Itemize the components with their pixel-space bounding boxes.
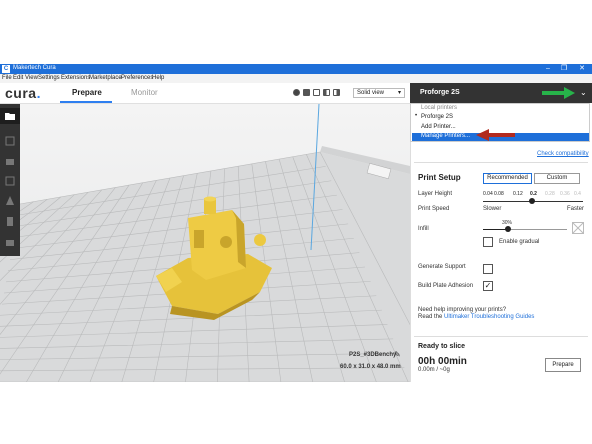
generate-support-checkbox[interactable] bbox=[483, 264, 493, 274]
model-name: P2S_#3DBenchy bbox=[349, 352, 397, 358]
menu-settings[interactable]: Settings bbox=[38, 75, 60, 81]
rotate-icon[interactable] bbox=[3, 174, 17, 188]
selected-bullet-icon: • bbox=[415, 113, 418, 119]
open-file-button[interactable] bbox=[0, 108, 20, 124]
infill-pattern-icon bbox=[572, 222, 584, 234]
model-dimensions: 60.0 x 31.0 x 48.0 mm bbox=[340, 364, 401, 370]
green-arrow-annotation bbox=[542, 87, 575, 99]
close-button[interactable]: ✕ bbox=[576, 64, 588, 74]
print-setup-title: Print Setup bbox=[418, 173, 461, 182]
open-file-icon bbox=[5, 113, 15, 120]
layer-value: 0.4 bbox=[574, 191, 581, 197]
menu-preferences[interactable]: Preferences bbox=[121, 75, 153, 81]
cura-app-icon: C bbox=[2, 65, 10, 73]
speed-slider-handle[interactable] bbox=[529, 198, 535, 204]
scale-icon[interactable] bbox=[3, 154, 17, 168]
mirror-icon[interactable] bbox=[3, 194, 17, 208]
menu-file[interactable]: File bbox=[2, 75, 12, 81]
ready-to-slice-title: Ready to slice bbox=[418, 343, 466, 350]
benchy-model[interactable] bbox=[148, 196, 278, 320]
printer-item-proforge[interactable]: Proforge 2S bbox=[421, 114, 453, 120]
help-text: Need help improving your prints? bbox=[418, 307, 507, 313]
print-speed-label: Print Speed bbox=[418, 206, 450, 212]
help-text-2: Read the Ultimaker Troubleshooting Guide… bbox=[418, 314, 535, 320]
app-header: cura. Prepare Monitor Solid view ▾ bbox=[0, 83, 410, 104]
speed-slower-label: Slower bbox=[483, 206, 502, 212]
divider bbox=[414, 336, 588, 337]
custom-button[interactable]: Custom bbox=[534, 173, 580, 184]
printer-selector[interactable]: Proforge 2S ⌄ bbox=[410, 83, 592, 103]
menu-bar: File Edit View Settings Extensions Marke… bbox=[0, 74, 592, 83]
edit-name-icon[interactable]: ✎ bbox=[394, 350, 401, 359]
enable-gradual-checkbox[interactable] bbox=[483, 237, 493, 247]
add-printer-item[interactable]: Add Printer... bbox=[421, 124, 456, 130]
speed-faster-label: Faster bbox=[567, 206, 585, 212]
layer-height-label: Layer Height bbox=[418, 191, 453, 197]
menu-view[interactable]: View bbox=[25, 75, 38, 81]
layer-value: 0.36 bbox=[560, 191, 570, 197]
prepare-button[interactable]: Prepare bbox=[545, 358, 581, 372]
printer-dropdown: Local printers • Proforge 2S Add Printer… bbox=[410, 103, 590, 142]
troubleshooting-link[interactable]: Ultimaker Troubleshooting Guides bbox=[444, 314, 534, 320]
per-model-settings-icon[interactable] bbox=[3, 214, 17, 228]
selected-printer: Proforge 2S bbox=[420, 89, 460, 96]
window-titlebar: C Makertech Cura – ❐ ✕ bbox=[0, 64, 592, 74]
chevron-down-icon[interactable]: ⌄ bbox=[580, 88, 587, 97]
layer-value: 0.08 bbox=[494, 191, 504, 197]
left-view-icon[interactable] bbox=[323, 89, 330, 96]
generate-support-label: Generate Support bbox=[418, 264, 466, 270]
divider bbox=[414, 162, 588, 163]
tab-monitor[interactable]: Monitor bbox=[131, 88, 158, 97]
left-toolbar bbox=[0, 104, 20, 256]
check-compatibility-link[interactable]: Check compatibility bbox=[537, 151, 589, 157]
3d-viewport[interactable]: P2S_#3DBenchy ✎ 60.0 x 31.0 x 48.0 mm bbox=[0, 104, 410, 382]
layer-value: 0.28 bbox=[545, 191, 555, 197]
local-printers-label: Local printers bbox=[421, 105, 458, 111]
print-time: 00h 00min bbox=[418, 356, 467, 367]
maximize-button[interactable]: ❐ bbox=[558, 64, 570, 74]
minimize-button[interactable]: – bbox=[542, 64, 554, 74]
window-title: Makertech Cura bbox=[13, 65, 56, 71]
active-tab-indicator bbox=[60, 101, 112, 103]
manage-printers-label: Manage Printers... bbox=[421, 133, 471, 139]
build-plate-adhesion-checkbox[interactable]: ✓ bbox=[483, 281, 493, 291]
recommended-button[interactable]: Recommended bbox=[483, 173, 532, 184]
3d-view-icon[interactable] bbox=[293, 89, 300, 96]
top-view-icon[interactable] bbox=[313, 89, 320, 96]
menu-help[interactable]: Help bbox=[152, 75, 164, 81]
menu-edit[interactable]: Edit bbox=[13, 75, 23, 81]
move-icon[interactable] bbox=[3, 134, 17, 148]
red-arrow-annotation bbox=[476, 129, 515, 141]
layer-value-selected: 0.2 bbox=[530, 191, 537, 197]
material-usage: 0.00m / ~0g bbox=[418, 367, 450, 373]
checkmark-icon: ✓ bbox=[484, 281, 492, 290]
menu-marketplace[interactable]: Marketplace bbox=[89, 75, 122, 81]
right-view-icon[interactable] bbox=[333, 89, 340, 96]
infill-label: Infill bbox=[418, 226, 429, 232]
menu-extensions[interactable]: Extensions bbox=[61, 75, 90, 81]
front-view-icon[interactable] bbox=[303, 89, 310, 96]
support-blocker-icon[interactable] bbox=[3, 234, 17, 248]
layer-value: 0.12 bbox=[513, 191, 523, 197]
cura-logo: cura. bbox=[5, 85, 41, 101]
tab-prepare[interactable]: Prepare bbox=[72, 88, 102, 97]
enable-gradual-label: Enable gradual bbox=[499, 239, 540, 245]
build-plate-adhesion-label: Build Plate Adhesion bbox=[418, 283, 474, 289]
view-mode-select[interactable]: Solid view ▾ bbox=[353, 88, 405, 98]
layer-value: 0.04 bbox=[483, 191, 493, 197]
